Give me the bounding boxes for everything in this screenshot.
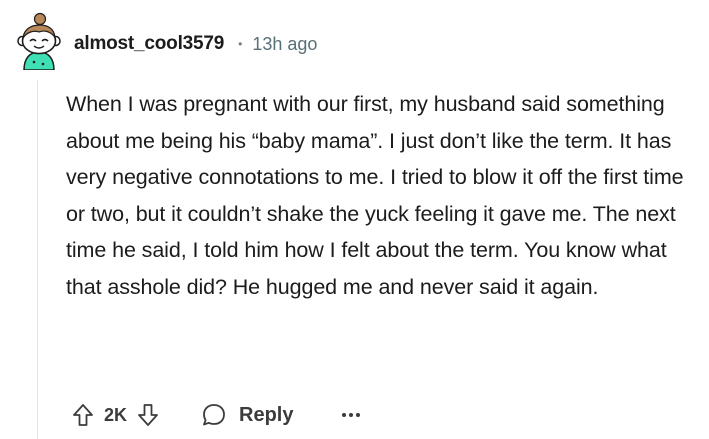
comment: almost_cool3579 • 13h ago When I was pre… (0, 0, 709, 439)
comment-header: almost_cool3579 • 13h ago (74, 29, 317, 59)
reply-button[interactable]: Reply (201, 402, 293, 428)
comment-body: When I was pregnant with our first, my h… (66, 86, 706, 306)
reply-label: Reply (239, 403, 294, 426)
thread-line[interactable] (37, 80, 38, 439)
username[interactable]: almost_cool3579 (74, 33, 224, 55)
comment-text: When I was pregnant with our first, my h… (66, 92, 684, 299)
snoo-avatar-icon (17, 12, 61, 71)
avatar[interactable] (14, 12, 64, 71)
upvote-arrow-icon[interactable] (70, 401, 96, 429)
speech-bubble-icon (203, 404, 225, 426)
more-options-button[interactable] (341, 405, 361, 425)
timestamp[interactable]: 13h ago (252, 34, 317, 55)
vote-score: 2K (104, 404, 128, 425)
comment-actions: 2K Reply (70, 397, 361, 433)
ellipsis-icon (342, 413, 361, 417)
downvote-arrow-icon[interactable] (135, 401, 161, 429)
meta-separator: • (238, 37, 243, 51)
